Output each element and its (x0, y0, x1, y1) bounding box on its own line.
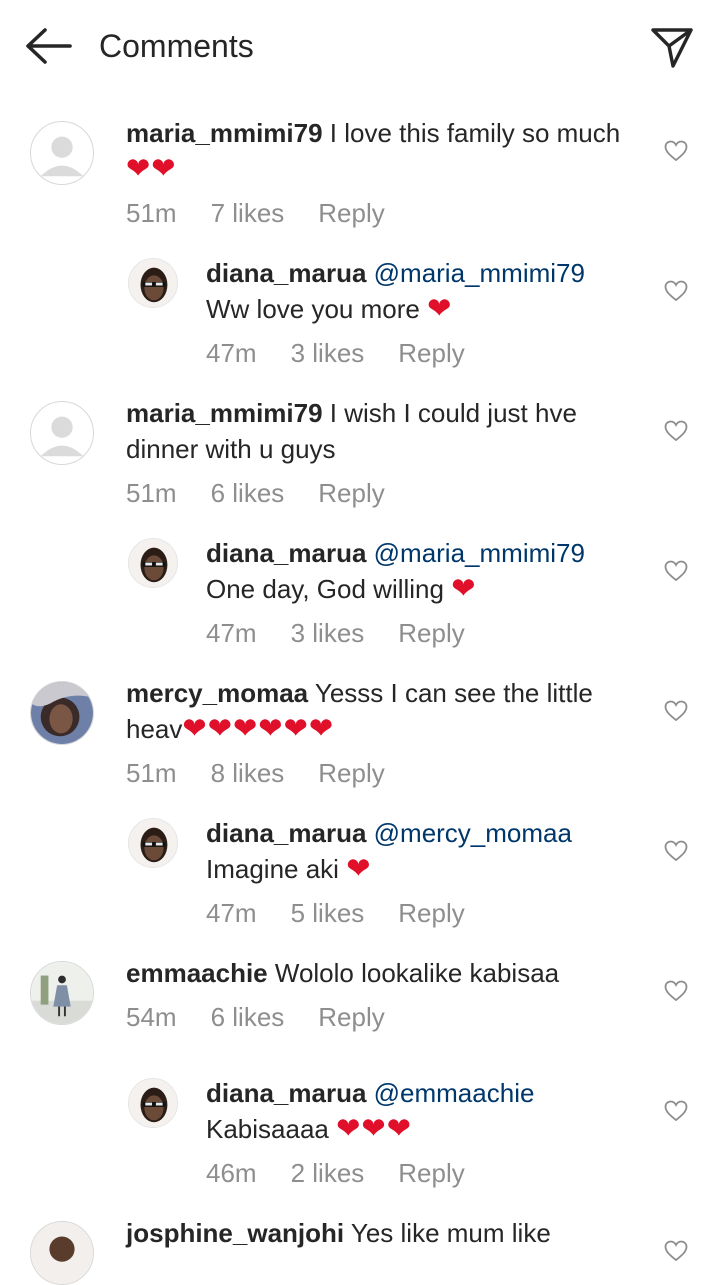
avatar[interactable] (30, 961, 94, 1025)
timestamp: 51m (126, 758, 177, 788)
comment-text: emmaachie Wololo lookalike kabisaa (126, 958, 560, 988)
likes-count[interactable]: 5 likes (291, 897, 365, 929)
username[interactable]: diana_marua (206, 538, 366, 568)
username[interactable]: josphine_wanjohi (126, 1218, 344, 1248)
username[interactable]: emmaachie (126, 958, 268, 988)
back-arrow-icon[interactable] (24, 27, 72, 65)
likes-count[interactable]: 6 likes (211, 1001, 285, 1033)
comment-text: diana_marua @maria_mmimi79 Ww love you mo… (206, 258, 585, 325)
reply-button[interactable]: Reply (318, 1001, 384, 1033)
comment-text: maria_mmimi79 I wish I could just hve di… (126, 398, 577, 464)
likes-count[interactable]: 3 likes (291, 617, 365, 649)
timestamp: 46m (206, 1158, 257, 1188)
heart-emoji: ❤ (346, 853, 372, 885)
comment-text: mercy_momaa Yesss I can see the little h… (126, 678, 593, 745)
comment-meta: 51m 8 likes Reply (126, 757, 385, 789)
heart-outline-icon[interactable] (664, 420, 688, 442)
mention-link[interactable]: @mercy_momaa (374, 818, 572, 848)
username[interactable]: diana_marua (206, 818, 366, 848)
username[interactable]: maria_mmimi79 (126, 118, 323, 148)
heart-outline-icon[interactable] (664, 140, 688, 162)
heart-emoji: ❤❤ (126, 153, 177, 185)
username[interactable]: mercy_momaa (126, 678, 308, 708)
comment-meta: 51m 7 likes Reply (126, 197, 385, 229)
heart-outline-icon[interactable] (664, 840, 688, 862)
reply-button[interactable]: Reply (398, 897, 464, 929)
heart-outline-icon[interactable] (664, 700, 688, 722)
reply-button[interactable]: Reply (398, 617, 464, 649)
heart-emoji: ❤❤❤ (336, 1113, 413, 1145)
send-icon[interactable] (650, 25, 694, 69)
reply-button[interactable]: Reply (318, 477, 384, 509)
avatar[interactable] (30, 401, 94, 465)
comment-text: diana_marua @mercy_momaa Imagine aki ❤ (206, 818, 572, 885)
reply-button[interactable]: Reply (398, 337, 464, 369)
avatar[interactable] (30, 1221, 94, 1285)
likes-count[interactable]: 6 likes (211, 477, 285, 509)
heart-outline-icon[interactable] (664, 280, 688, 302)
heart-emoji: ❤❤❤❤❤❤ (182, 713, 335, 745)
timestamp: 54m (126, 1002, 177, 1032)
comment-meta: 47m 5 likes Reply (206, 897, 465, 929)
reply-button[interactable]: Reply (318, 757, 384, 789)
avatar[interactable] (128, 818, 178, 868)
page-title: Comments (99, 28, 254, 64)
avatar[interactable] (128, 538, 178, 588)
comment-meta: 46m 2 likes Reply (206, 1157, 465, 1189)
reply-button[interactable]: Reply (398, 1157, 464, 1189)
heart-emoji: ❤ (427, 293, 453, 325)
heart-outline-icon[interactable] (664, 1240, 688, 1262)
mention-link[interactable]: @emmaachie (374, 1078, 535, 1108)
likes-count[interactable]: 3 likes (291, 337, 365, 369)
comment-meta: 47m 3 likes Reply (206, 337, 465, 369)
comment-meta: 47m 3 likes Reply (206, 617, 465, 649)
mention-link[interactable]: @maria_mmimi79 (374, 258, 585, 288)
heart-outline-icon[interactable] (664, 980, 688, 1002)
likes-count[interactable]: 8 likes (211, 757, 285, 789)
avatar[interactable] (128, 258, 178, 308)
heart-outline-icon[interactable] (664, 1100, 688, 1122)
comment-text: maria_mmimi79 I love this family so much… (126, 118, 621, 185)
comment-meta: 54m 6 likes Reply (126, 1001, 385, 1033)
comment-meta: 51m 6 likes Reply (126, 477, 385, 509)
username[interactable]: diana_marua (206, 258, 366, 288)
header: Comments (0, 0, 720, 92)
timestamp: 51m (126, 198, 177, 228)
avatar[interactable] (30, 121, 94, 185)
timestamp: 51m (126, 478, 177, 508)
comment-text: diana_marua @maria_mmimi79 One day, God w… (206, 538, 585, 605)
timestamp: 47m (206, 898, 257, 928)
timestamp: 47m (206, 618, 257, 648)
username[interactable]: diana_marua (206, 1078, 366, 1108)
heart-outline-icon[interactable] (664, 560, 688, 582)
reply-button[interactable]: Reply (318, 197, 384, 229)
comment-text: diana_marua @emmaachie Kabisaaaa ❤❤❤ (206, 1078, 535, 1145)
avatar[interactable] (30, 681, 94, 745)
likes-count[interactable]: 7 likes (211, 197, 285, 229)
heart-emoji: ❤ (451, 573, 477, 605)
mention-link[interactable]: @maria_mmimi79 (374, 538, 585, 568)
timestamp: 47m (206, 338, 257, 368)
username[interactable]: maria_mmimi79 (126, 398, 323, 428)
likes-count[interactable]: 2 likes (291, 1157, 365, 1189)
avatar[interactable] (128, 1078, 178, 1128)
